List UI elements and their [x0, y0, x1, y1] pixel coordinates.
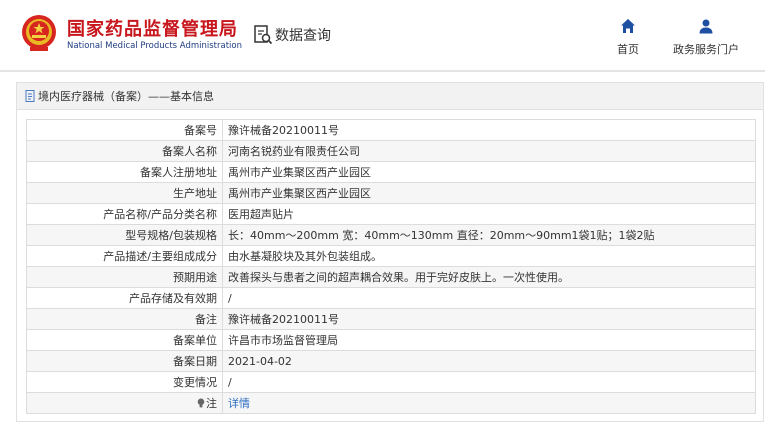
row-value: 豫许械备20210011号	[222, 119, 756, 141]
table-row: 变更情况 /	[26, 371, 756, 393]
brand-name-cn: 国家药品监督管理局	[67, 19, 238, 40]
row-label: 备案日期	[26, 350, 223, 372]
site-header: 国家药品监督管理局 National Medical Products Admi…	[0, 0, 765, 70]
table-row: 备注 豫许械备20210011号	[26, 308, 756, 330]
row-label: 变更情况	[26, 371, 223, 393]
table-row: 备案人注册地址 禹州市产业集聚区西产业园区	[26, 161, 756, 183]
home-icon	[621, 19, 635, 33]
nav-service-portal-label: 政务服务门户	[673, 43, 739, 56]
row-label: 备案单位	[26, 329, 223, 351]
row-label: 型号规格/包装规格	[26, 224, 223, 246]
table-row: 型号规格/包装规格 长：40mm～200mm 宽：40mm～130mm 直径：2…	[26, 224, 756, 246]
row-label: 产品存储及有效期	[26, 287, 223, 309]
table-row: 备案单位 许昌市市场监督管理局	[26, 329, 756, 351]
row-value: 许昌市市场监督管理局	[222, 329, 756, 351]
data-query-link[interactable]: 数据查询	[253, 24, 331, 46]
row-value: /	[222, 287, 756, 309]
row-label: 预期用途	[26, 266, 223, 288]
user-icon	[699, 19, 713, 34]
row-value: 医用超声贴片	[222, 203, 756, 225]
table-row: 生产地址 禹州市产业集聚区西产业园区	[26, 182, 756, 204]
row-value: 详情	[222, 392, 756, 414]
row-label: 产品名称/产品分类名称	[26, 203, 223, 225]
panel-title-text: 境内医疗器械（备案）——基本信息	[38, 89, 214, 103]
national-emblem-icon	[22, 15, 56, 51]
row-label: 产品描述/主要组成成分	[26, 245, 223, 267]
row-label: 备注	[26, 308, 223, 330]
nav-home[interactable]: 首页	[610, 18, 646, 57]
basic-info-table: 备案号 豫许械备20210011号 备案人名称 河南名锐药业有限责任公司 备案人…	[26, 119, 756, 414]
brand-name-en: National Medical Products Administration	[67, 41, 242, 51]
panel-title: 境内医疗器械（备案）——基本信息	[17, 83, 763, 110]
table-row: 备案人名称 河南名锐药业有限责任公司	[26, 140, 756, 162]
row-value: 河南名锐药业有限责任公司	[222, 140, 756, 162]
data-query-label: 数据查询	[275, 28, 331, 44]
row-label: 备案人名称	[26, 140, 223, 162]
details-link[interactable]: 详情	[228, 397, 250, 410]
row-value: 长：40mm～200mm 宽：40mm～130mm 直径：20mm～90mm1袋…	[222, 224, 756, 246]
table-row: 备案日期 2021-04-02	[26, 350, 756, 372]
row-value: /	[222, 371, 756, 393]
table-row: 注 详情	[26, 392, 756, 414]
header-divider	[0, 70, 765, 72]
row-label: 生产地址	[26, 182, 223, 204]
nav-service-portal[interactable]: 政务服务门户	[664, 18, 748, 57]
table-row: 产品描述/主要组成成分 由水基凝胶块及其外包装组成。	[26, 245, 756, 267]
row-value: 禹州市产业集聚区西产业园区	[222, 161, 756, 183]
table-row: 预期用途 改善探头与患者之间的超声耦合效果。用于完好皮肤上。一次性使用。	[26, 266, 756, 288]
data-query-icon	[254, 25, 273, 45]
row-value: 改善探头与患者之间的超声耦合效果。用于完好皮肤上。一次性使用。	[222, 266, 756, 288]
note-label: 注	[206, 397, 217, 410]
row-value: 禹州市产业集聚区西产业园区	[222, 182, 756, 204]
row-value: 豫许械备20210011号	[222, 308, 756, 330]
table-row: 备案号 豫许械备20210011号	[26, 119, 756, 141]
table-row: 产品存储及有效期 /	[26, 287, 756, 309]
basic-info-panel: 境内医疗器械（备案）——基本信息 备案号 豫许械备20210011号 备案人名称…	[16, 82, 764, 422]
row-label-note: 注	[26, 392, 223, 414]
row-value: 2021-04-02	[222, 350, 756, 372]
table-row: 产品名称/产品分类名称 医用超声贴片	[26, 203, 756, 225]
row-label: 备案号	[26, 119, 223, 141]
row-label: 备案人注册地址	[26, 161, 223, 183]
document-icon	[25, 90, 35, 102]
lightbulb-icon	[197, 398, 205, 408]
nav-home-label: 首页	[617, 43, 639, 56]
row-value: 由水基凝胶块及其外包装组成。	[222, 245, 756, 267]
